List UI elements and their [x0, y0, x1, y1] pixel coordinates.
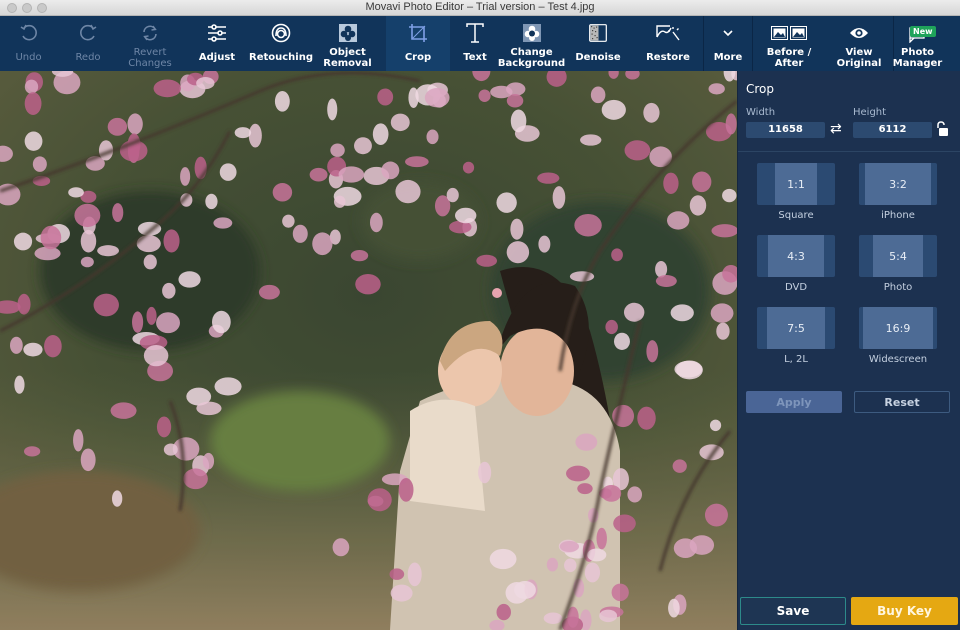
photo-manager-button[interactable]: New Photo Manager: [893, 16, 942, 71]
save-button[interactable]: Save: [740, 597, 846, 625]
sliders-icon: [207, 20, 227, 46]
photo-image: [0, 71, 737, 630]
adjust-button[interactable]: Adjust: [181, 16, 253, 71]
preset-1-1[interactable]: 1:1: [757, 163, 835, 205]
revert-icon: [140, 20, 160, 46]
preset-3-2[interactable]: 3:2: [859, 163, 937, 205]
height-label: Height: [853, 107, 887, 118]
window-title: Movavi Photo Editor – Trial version – Te…: [365, 1, 595, 13]
title-bar: Movavi Photo Editor – Trial version – Te…: [0, 0, 960, 16]
panel-divider: [738, 151, 960, 152]
main-toolbar: Undo Redo Revert Changes Adjust Retouchi…: [0, 16, 960, 71]
undo-button[interactable]: Undo: [0, 16, 57, 71]
preset-5-4[interactable]: 5:4: [859, 235, 937, 277]
before-after-button[interactable]: Before / After: [753, 16, 825, 71]
eye-icon: [849, 20, 869, 46]
preset-16-9[interactable]: 16:9: [859, 307, 937, 349]
buy-key-button[interactable]: Buy Key: [851, 597, 958, 625]
reset-button[interactable]: Reset: [854, 391, 950, 413]
retouching-button[interactable]: Retouching: [249, 16, 313, 71]
change-background-icon: [522, 20, 541, 46]
denoise-button[interactable]: Denoise: [563, 16, 633, 71]
before-after-icon: [771, 20, 807, 46]
crop-panel: Crop Width Height 11658 ⇄ 6112 1:1 Squar…: [737, 71, 960, 630]
text-button[interactable]: Text: [450, 16, 500, 71]
restore-icon: [655, 20, 681, 46]
denoise-icon: [589, 20, 607, 46]
swap-dimensions-icon[interactable]: ⇄: [830, 121, 842, 137]
undo-icon: [19, 20, 39, 46]
preset-label: L, 2L: [784, 354, 808, 365]
photo-canvas[interactable]: [0, 71, 737, 630]
preset-7-5[interactable]: 7:5: [757, 307, 835, 349]
more-button[interactable]: More: [704, 16, 752, 71]
new-badge: New: [910, 26, 936, 37]
object-removal-button[interactable]: Object Removal: [309, 16, 386, 71]
panel-title: Crop: [746, 82, 775, 96]
revert-changes-button[interactable]: Revert Changes: [119, 16, 181, 71]
change-background-button[interactable]: Change Background: [498, 16, 565, 71]
view-original-button[interactable]: View Original: [825, 16, 893, 71]
width-label: Width: [746, 107, 776, 118]
redo-icon: [78, 20, 98, 46]
redo-button[interactable]: Redo: [57, 16, 119, 71]
object-removal-icon: [338, 20, 357, 46]
preset-label: Square: [778, 210, 814, 221]
preset-4-3[interactable]: 4:3: [757, 235, 835, 277]
chevron-down-icon: [722, 20, 734, 46]
height-input[interactable]: 6112: [853, 122, 932, 138]
crop-button[interactable]: Crop: [386, 16, 450, 71]
preset-label: Widescreen: [868, 354, 928, 365]
preset-label: iPhone: [881, 210, 915, 221]
restore-button[interactable]: Restore: [633, 16, 703, 71]
face-icon: [271, 20, 291, 46]
preset-label: Photo: [883, 282, 913, 293]
text-icon: [466, 20, 484, 46]
crop-icon: [408, 20, 428, 46]
unlock-aspect-icon[interactable]: [935, 121, 949, 141]
apply-button[interactable]: Apply: [746, 391, 842, 413]
preset-label: DVD: [784, 282, 808, 293]
width-input[interactable]: 11658: [746, 122, 825, 138]
